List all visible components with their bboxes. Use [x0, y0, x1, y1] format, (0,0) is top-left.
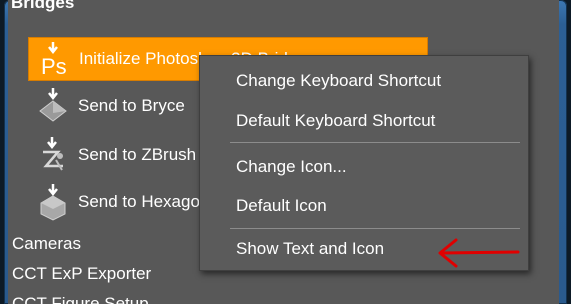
menu-item-show-text-and-icon[interactable]: Show Text and Icon [236, 239, 384, 259]
category-cct-exp-exporter[interactable]: CCT ExP Exporter [12, 264, 151, 284]
annotation-arrow-icon [438, 238, 520, 268]
hexagon-icon [38, 183, 68, 221]
menu-item-change-keyboard-shortcut[interactable]: Change Keyboard Shortcut [236, 71, 441, 91]
svg-text:Ps: Ps [41, 54, 67, 78]
menu-item-default-icon[interactable]: Default Icon [236, 196, 327, 216]
photoshop-icon: Ps [39, 40, 69, 78]
list-item-label: Send to Bryce [78, 96, 185, 115]
list-item-label: Send to Hexagon [78, 192, 210, 211]
menu-separator [230, 228, 520, 229]
menu-item-default-keyboard-shortcut[interactable]: Default Keyboard Shortcut [236, 111, 435, 131]
category-cct-figure-setup[interactable]: CCT Figure Setup [12, 294, 149, 304]
section-header-bridges: Bridges [11, 0, 75, 12]
category-cameras[interactable]: Cameras [12, 234, 81, 254]
list-item-label: Send to ZBrush [78, 145, 197, 164]
menu-separator [230, 142, 520, 143]
menu-item-change-icon[interactable]: Change Icon... [236, 157, 347, 177]
zbrush-icon [38, 136, 68, 174]
bryce-icon [38, 87, 68, 125]
